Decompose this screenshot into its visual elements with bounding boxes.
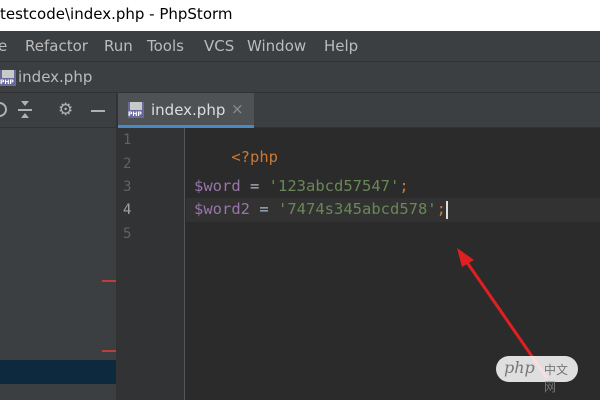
menu-item-tools[interactable]: Tools [147, 37, 184, 55]
line-number: 2 [123, 156, 132, 172]
line-number: 3 [123, 179, 132, 195]
php-open-tag: <?php [231, 148, 278, 166]
code-line-4: $word2 = '7474s345abcd578'; [194, 200, 448, 219]
editor-tabs: index.php × [118, 93, 600, 128]
line-number: 1 [123, 132, 132, 148]
gear-icon[interactable]: ⚙ [58, 101, 73, 119]
line-number-gutter[interactable]: 1 2 3 4 5 [118, 128, 185, 400]
operator-token: = [240, 177, 269, 195]
code-line-1: <?php [194, 130, 278, 184]
operator-token: = [250, 200, 278, 218]
php-file-icon [0, 70, 16, 86]
menu-item-refactor[interactable]: Refactor [25, 37, 88, 55]
string-token: '123abcd57547' [268, 177, 400, 195]
collapse-all-icon[interactable] [17, 101, 33, 119]
php-file-icon [128, 102, 144, 118]
menu-item-help[interactable]: Help [324, 37, 358, 55]
semicolon-token: ; [436, 200, 446, 218]
line-number: 5 [123, 226, 132, 242]
code-line-3: $word = '123abcd57547'; [194, 177, 409, 195]
watermark-text: php [504, 358, 535, 377]
window-title: testcode\index.php - PhpStorm [0, 5, 233, 23]
close-icon[interactable]: × [231, 100, 244, 118]
error-stripe-mark [102, 350, 116, 352]
window-titlebar: testcode\index.php - PhpStorm [0, 0, 600, 31]
minimize-icon[interactable] [91, 110, 105, 112]
menu-bar: e Refactor Run Tools VCS Window Help [0, 31, 600, 61]
menu-item-vcs[interactable]: VCS [204, 37, 234, 55]
variable-token: $word2 [194, 200, 250, 218]
semicolon-token: ; [399, 177, 409, 195]
error-stripe-mark [102, 280, 116, 282]
project-panel [0, 128, 116, 400]
tab-label: index.php [151, 101, 226, 119]
site-watermark-logo: php 中文网 [496, 356, 578, 394]
navigation-bar: index.php [0, 61, 600, 93]
text-caret [445, 200, 448, 219]
string-token: '7474s345abcd578' [278, 200, 437, 218]
menu-item-edit[interactable]: e [0, 37, 7, 55]
menu-item-run[interactable]: Run [104, 37, 133, 55]
watermark-cn-text: 中文网 [544, 363, 569, 394]
variable-token: $word [194, 177, 241, 195]
project-tree-selected-row[interactable] [0, 360, 116, 384]
tab-index-php[interactable]: index.php × [118, 93, 254, 128]
nav-file-label[interactable]: index.php [18, 68, 92, 86]
line-number-current: 4 [123, 202, 132, 218]
menu-item-window[interactable]: Window [247, 37, 306, 55]
